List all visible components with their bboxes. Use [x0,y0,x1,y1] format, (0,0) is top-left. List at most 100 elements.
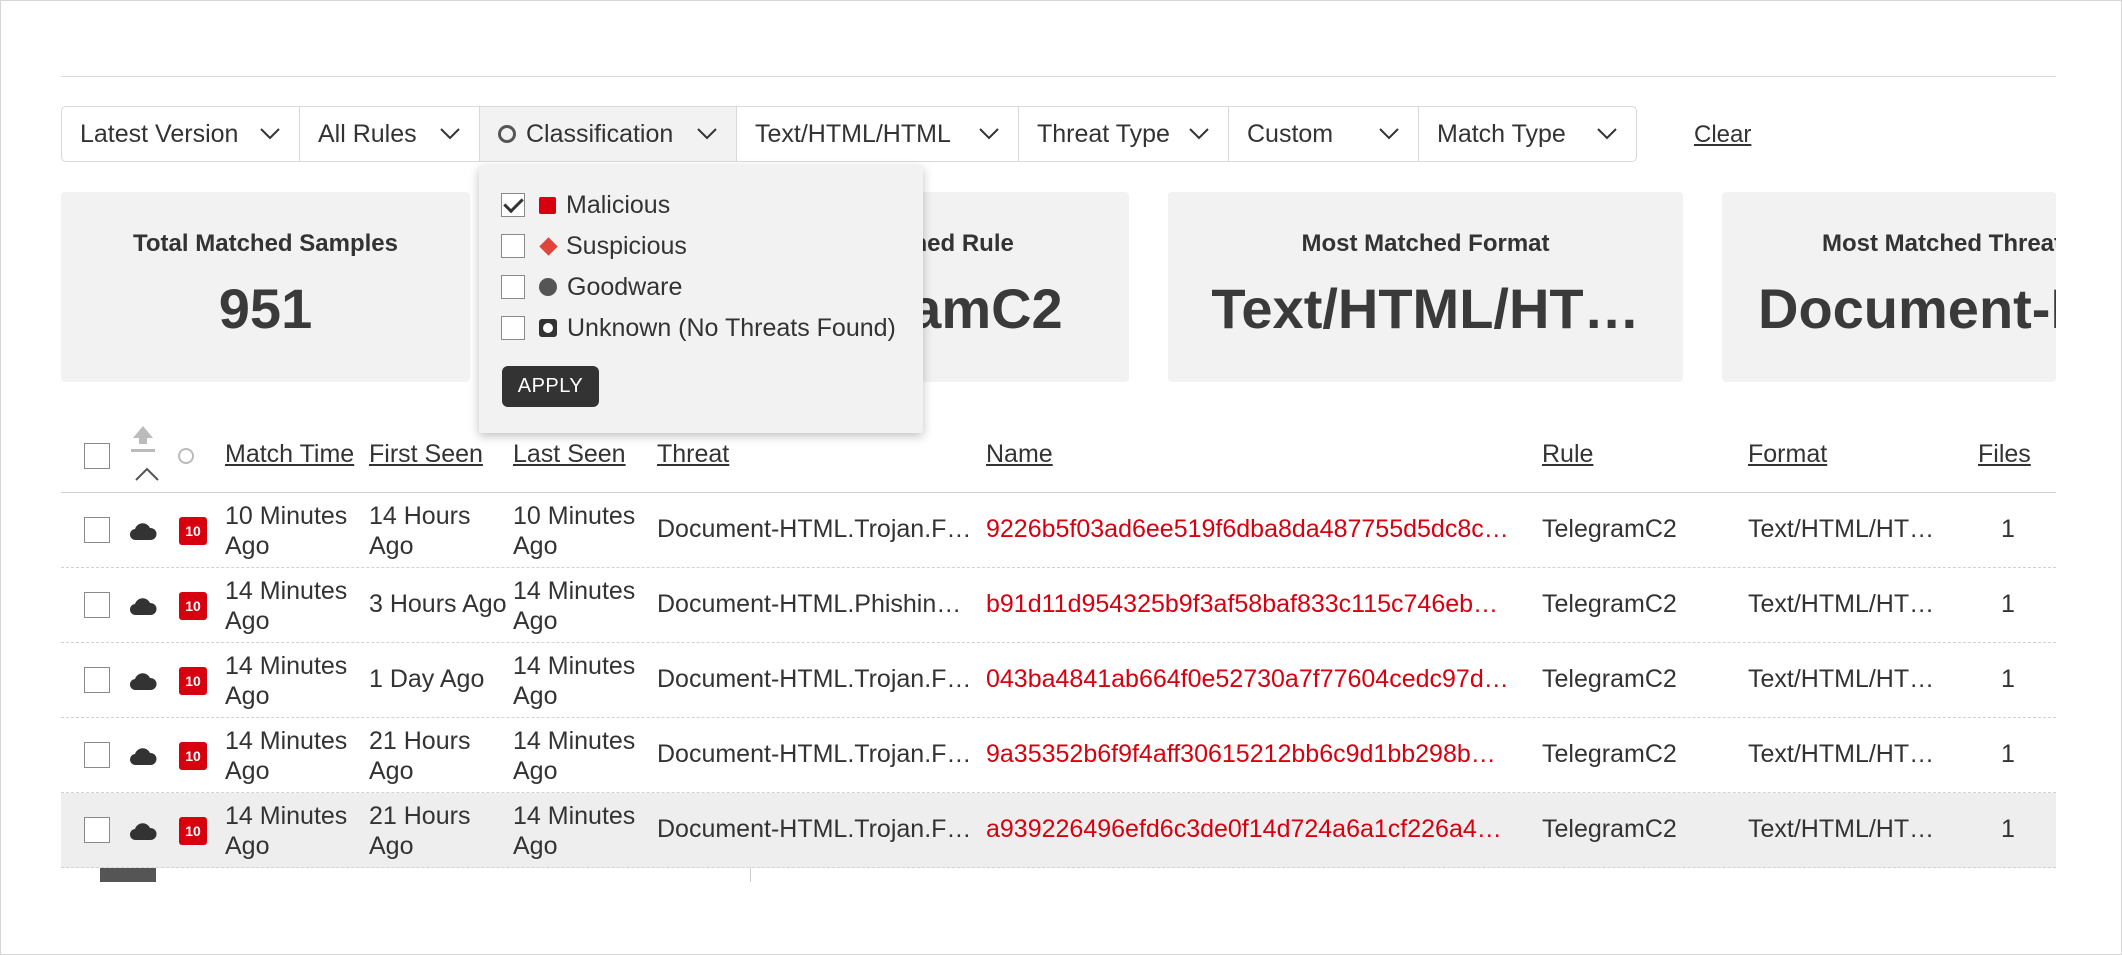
cell-first-seen: 14 Hours Ago [369,502,471,560]
suspicious-checkbox[interactable] [501,234,525,258]
filter-label: Threat Type [1037,119,1170,148]
stat-card-label: Most Matched Threat [1822,230,2056,257]
filter-latest-version[interactable]: Latest Version [62,107,300,161]
filter-label: Custom [1247,119,1334,148]
row-checkbox[interactable] [84,592,110,618]
cell-files: 1 [2001,740,2015,768]
select-all-checkbox[interactable] [84,443,110,469]
cell-first-seen: 1 Day Ago [369,665,485,693]
cell-name-link[interactable]: 043ba4841ab664f0e52730a7f77604cedc97d… [986,665,1509,694]
cell-threat: Document-HTML.Trojan.F… [657,815,972,843]
table-row[interactable]: 10 14 Minutes Ago 21 Hours Ago 14 Minute… [61,718,2056,793]
header-rule[interactable]: Rule [1542,440,1593,469]
upload-icon[interactable] [129,424,157,459]
row-checkbox[interactable] [84,742,110,768]
filter-bar: Latest Version All Rules Classification … [61,106,1637,162]
goodware-circle-icon [539,278,557,296]
table-row[interactable]: 10 14 Minutes Ago 1 Day Ago 14 Minutes A… [61,643,2056,718]
cell-first-seen: 3 Hours Ago [369,590,507,618]
cell-rule: TelegramC2 [1542,665,1677,693]
malicious-checkbox[interactable] [501,193,525,217]
filter-match-type[interactable]: Match Type [1419,107,1636,161]
stat-card-value: Text/HTML/HT… [1211,277,1640,340]
cell-name-link[interactable]: 9226b5f03ad6ee519f6dba8da487755d5dc8c… [986,515,1509,544]
header-match-time[interactable]: Match Time [225,440,354,469]
header-format[interactable]: Format [1748,440,1827,469]
cell-match-time: 14 Minutes Ago [225,727,348,785]
filter-classification[interactable]: Classification [480,107,737,161]
cell-name-link[interactable]: 9a35352b6f9f4aff30615212bb6c9d1bb298b… [986,740,1496,769]
threat-level-badge: 10 [179,817,207,845]
cloud-icon [129,823,157,841]
filter-label: Latest Version [80,119,239,148]
row-checkbox[interactable] [84,667,110,693]
cell-files: 1 [2001,665,2015,693]
classification-ring-icon [498,125,516,143]
chevron-up-icon[interactable] [134,466,160,487]
table-row[interactable]: 10 14 Minutes Ago 21 Hours Ago 14 Minute… [61,793,2056,868]
cell-first-seen: 21 Hours Ago [369,727,471,785]
stat-card-total-samples: Total Matched Samples 951 [61,192,470,382]
unknown-ring-icon [539,319,557,337]
cell-threat: Document-HTML.Phishin… [657,590,962,618]
filter-custom[interactable]: Custom [1229,107,1419,161]
cell-threat: Document-HTML.Trojan.F… [657,665,972,693]
threat-level-badge: 10 [179,592,207,620]
cell-rule: TelegramC2 [1542,740,1677,768]
chevron-down-icon [1596,127,1618,141]
cell-rule: TelegramC2 [1542,515,1677,543]
chevron-down-icon [696,127,718,141]
option-goodware[interactable]: Goodware [501,271,682,303]
cell-name-link[interactable]: b91d11d954325b9f3af58baf833c115c746eb… [986,590,1498,619]
cell-format: Text/HTML/HT… [1748,740,1935,768]
filter-all-rules[interactable]: All Rules [300,107,480,161]
cell-rule: TelegramC2 [1542,815,1677,843]
cell-name-link[interactable]: a939226496efd6c3de0f14d724a6a1cf226a4… [986,815,1502,844]
header-name[interactable]: Name [986,440,1053,469]
option-malicious[interactable]: Malicious [501,189,670,221]
cell-last-seen: 14 Minutes Ago [513,802,636,860]
cloud-icon [129,598,157,616]
option-unknown[interactable]: Unknown (No Threats Found) [501,312,896,344]
option-suspicious[interactable]: Suspicious [501,230,687,262]
filter-label: Classification [526,119,674,148]
filter-format[interactable]: Text/HTML/HTML [737,107,1019,161]
unknown-checkbox[interactable] [501,316,525,340]
chevron-down-icon [259,127,281,141]
clear-filters-link[interactable]: Clear [1694,121,1751,149]
cell-threat: Document-HTML.Trojan.F… [657,515,972,543]
header-threat[interactable]: Threat [657,440,729,469]
filter-threat-type[interactable]: Threat Type [1019,107,1229,161]
cloud-icon [129,748,157,766]
file-icon-partial [100,868,156,882]
cell-last-seen: 10 Minutes Ago [513,502,636,560]
threat-level-badge: 10 [179,742,207,770]
header-files[interactable]: Files [1978,440,2031,469]
cell-match-time: 14 Minutes Ago [225,652,348,710]
table-row[interactable]: 10 10 Minutes Ago 14 Hours Ago 10 Minute… [61,493,2056,568]
cell-match-time: 14 Minutes Ago [225,577,348,635]
cell-rule: TelegramC2 [1542,590,1677,618]
cell-files: 1 [2001,515,2015,543]
stat-card-value: 951 [218,277,313,340]
cell-format: Text/HTML/HT… [1748,815,1935,843]
apply-button[interactable]: APPLY [502,366,599,407]
stat-card-most-matched-threat: Most Matched Threat Document-HTML… [1722,192,2056,382]
cell-last-seen: 14 Minutes Ago [513,727,636,785]
option-label: Unknown (No Threats Found) [567,313,896,342]
chevron-down-icon [439,127,461,141]
chevron-down-icon [1378,127,1400,141]
cell-match-time: 10 Minutes Ago [225,502,348,560]
cell-format: Text/HTML/HT… [1748,515,1935,543]
option-label: Malicious [566,190,671,219]
header-first-seen[interactable]: First Seen [369,440,483,469]
malicious-square-icon [539,196,556,214]
goodware-checkbox[interactable] [501,275,525,299]
row-checkbox[interactable] [84,517,110,543]
cell-files: 1 [2001,815,2015,843]
row-checkbox[interactable] [84,817,110,843]
cloud-icon [129,523,157,541]
stat-card-label: Most Matched Format [1301,230,1550,257]
header-last-seen[interactable]: Last Seen [513,440,626,469]
table-row[interactable]: 10 14 Minutes Ago 3 Hours Ago 14 Minutes… [61,568,2056,643]
